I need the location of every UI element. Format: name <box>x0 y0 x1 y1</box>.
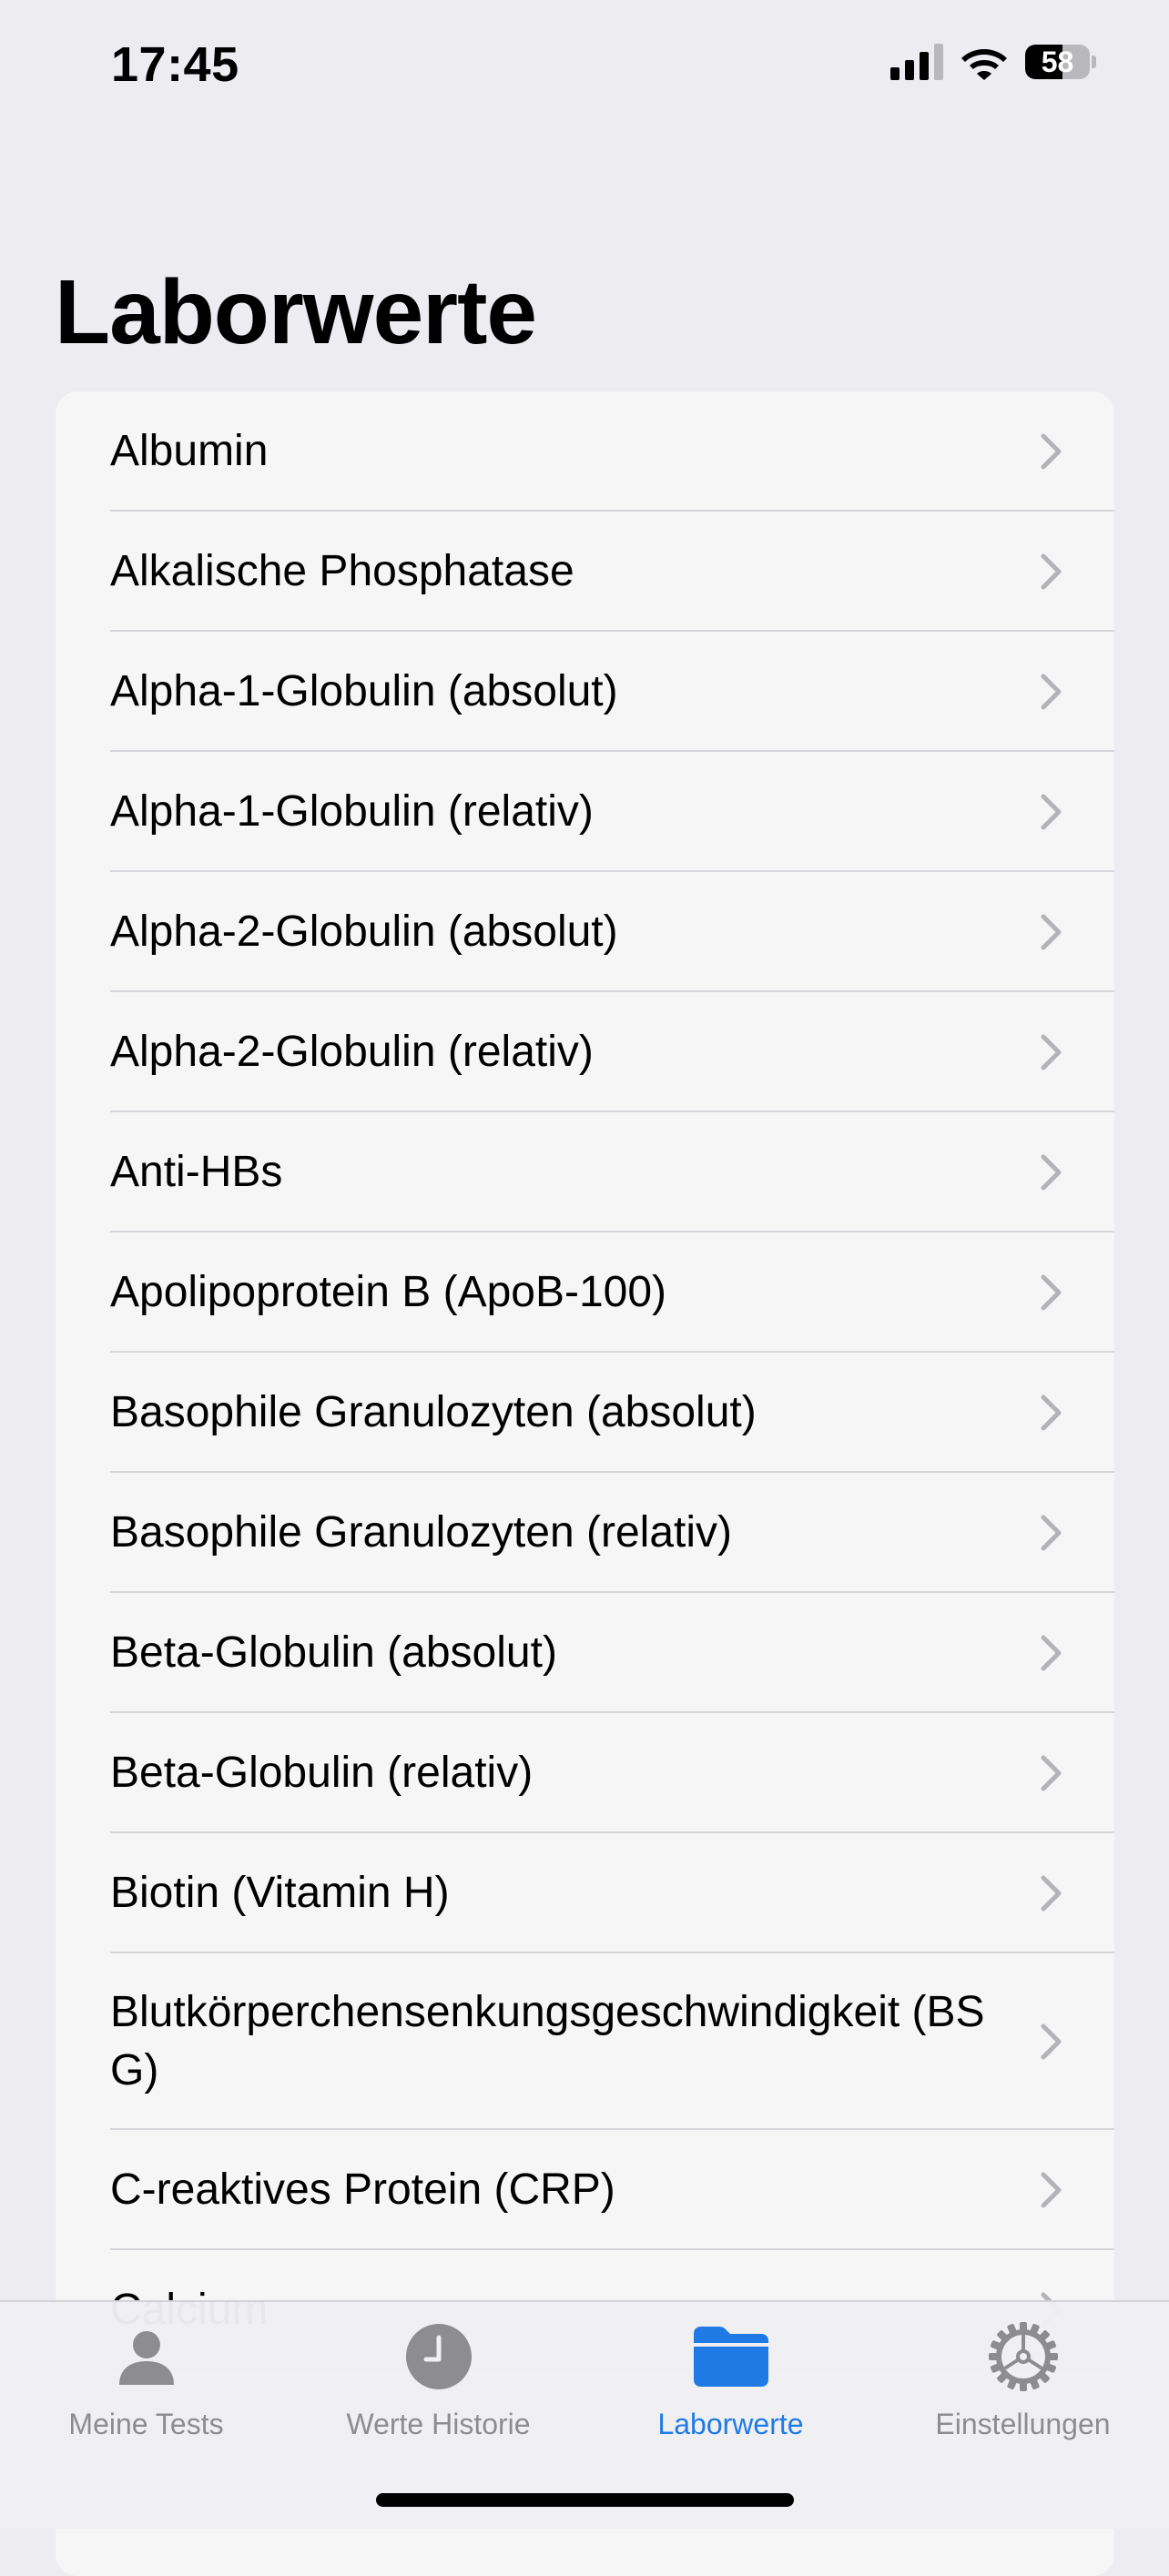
wifi-icon <box>961 49 1007 80</box>
list-item[interactable]: Alkalische Phosphatase <box>56 512 1114 632</box>
list-item-label: Basophile Granulozyten (absolut) <box>110 1388 757 1436</box>
tab-label: Einstellungen <box>935 2408 1111 2440</box>
tab-laborwerte[interactable]: Laborwerte <box>584 2320 877 2466</box>
home-indicator[interactable] <box>376 2493 794 2507</box>
person-icon <box>107 2320 186 2393</box>
status-indicators: 58 <box>890 44 1096 80</box>
tab-meine-tests[interactable]: Meine Tests <box>0 2320 292 2466</box>
battery-icon: 58 <box>1025 44 1096 80</box>
list-item-label: Beta-Globulin (relativ) <box>110 1749 534 1797</box>
list-item[interactable]: Beta-Globulin (relativ) <box>56 1713 1114 1833</box>
chevron-right-icon <box>1041 794 1062 830</box>
list-item[interactable]: Anti-HBs <box>56 1112 1114 1232</box>
list-item-label: C-reaktives Protein (CRP) <box>110 2165 615 2214</box>
chevron-right-icon <box>1041 2172 1062 2208</box>
chevron-right-icon <box>1041 914 1062 950</box>
chevron-right-icon <box>1041 433 1062 470</box>
list-item-label: Beta-Globulin (absolut) <box>110 1628 557 1677</box>
status-time: 17:45 <box>111 37 239 92</box>
list-item[interactable]: Blutkörperchensenkungsgeschwindigkeit (B… <box>56 1953 1114 2130</box>
tab-einstellungen[interactable]: Einstellungen <box>877 2320 1169 2466</box>
tab-label: Meine Tests <box>68 2408 224 2440</box>
clock-icon <box>400 2320 478 2393</box>
list-item[interactable]: Albumin <box>56 391 1114 512</box>
cellular-signal-icon <box>890 44 943 80</box>
list-item-label: Alpha-1-Globulin (absolut) <box>110 667 618 715</box>
list-item[interactable]: Alpha-1-Globulin (absolut) <box>56 632 1114 752</box>
tab-label: Laborwerte <box>657 2408 804 2440</box>
list-item-label: Anti-HBs <box>110 1148 283 1196</box>
chevron-right-icon <box>1041 1394 1062 1431</box>
gear-icon <box>984 2320 1062 2393</box>
list-item-label: Alpha-2-Globulin (absolut) <box>110 908 618 956</box>
chevron-right-icon <box>1041 674 1062 710</box>
chevron-right-icon <box>1041 1034 1062 1070</box>
list-item[interactable]: Alpha-2-Globulin (relativ) <box>56 992 1114 1112</box>
chevron-right-icon <box>1041 553 1062 590</box>
chevron-right-icon <box>1041 1515 1062 1551</box>
chevron-right-icon <box>1041 1875 1062 1912</box>
list-item[interactable]: Apolipoprotein B (ApoB-100) <box>56 1232 1114 1353</box>
tab-werte-historie[interactable]: Werte Historie <box>292 2320 584 2466</box>
chevron-right-icon <box>1041 1154 1062 1191</box>
list-item-label: Alpha-1-Globulin (relativ) <box>110 787 594 836</box>
list-item[interactable]: Basophile Granulozyten (absolut) <box>56 1353 1114 1473</box>
list-item[interactable]: C-reaktives Protein (CRP) <box>56 2130 1114 2250</box>
folder-icon <box>692 2320 770 2393</box>
list-item-label: Apolipoprotein B (ApoB-100) <box>110 1268 667 1316</box>
page-title: Laborwerte <box>55 261 537 363</box>
list-item-label: Alpha-2-Globulin (relativ) <box>110 1028 594 1076</box>
list-item[interactable]: Alpha-2-Globulin (absolut) <box>56 872 1114 992</box>
list-item[interactable]: Basophile Granulozyten (relativ) <box>56 1473 1114 1593</box>
list-item[interactable]: Biotin (Vitamin H) <box>56 1833 1114 1953</box>
list-item-label: Biotin (Vitamin H) <box>110 1869 450 1917</box>
list-item-label: Albumin <box>110 427 269 475</box>
chevron-right-icon <box>1041 1755 1062 1791</box>
battery-percent: 58 <box>1041 46 1074 78</box>
list-item[interactable]: Alpha-1-Globulin (relativ) <box>56 752 1114 872</box>
list-item-label: Blutkörperchensenkungsgeschwindigkeit (B… <box>110 1988 985 2094</box>
chevron-right-icon <box>1041 1635 1062 1671</box>
chevron-right-icon <box>1041 2023 1062 2060</box>
list-item-label: Basophile Granulozyten (relativ) <box>110 1508 732 1557</box>
laborwerte-list: Albumin Alkalische Phosphatase Alpha-1-G… <box>56 391 1114 2576</box>
status-bar: 17:45 58 <box>0 0 1169 127</box>
tab-label: Werte Historie <box>346 2408 531 2440</box>
chevron-right-icon <box>1041 1274 1062 1311</box>
list-item[interactable]: Beta-Globulin (absolut) <box>56 1593 1114 1713</box>
list-item-label: Alkalische Phosphatase <box>110 547 574 595</box>
